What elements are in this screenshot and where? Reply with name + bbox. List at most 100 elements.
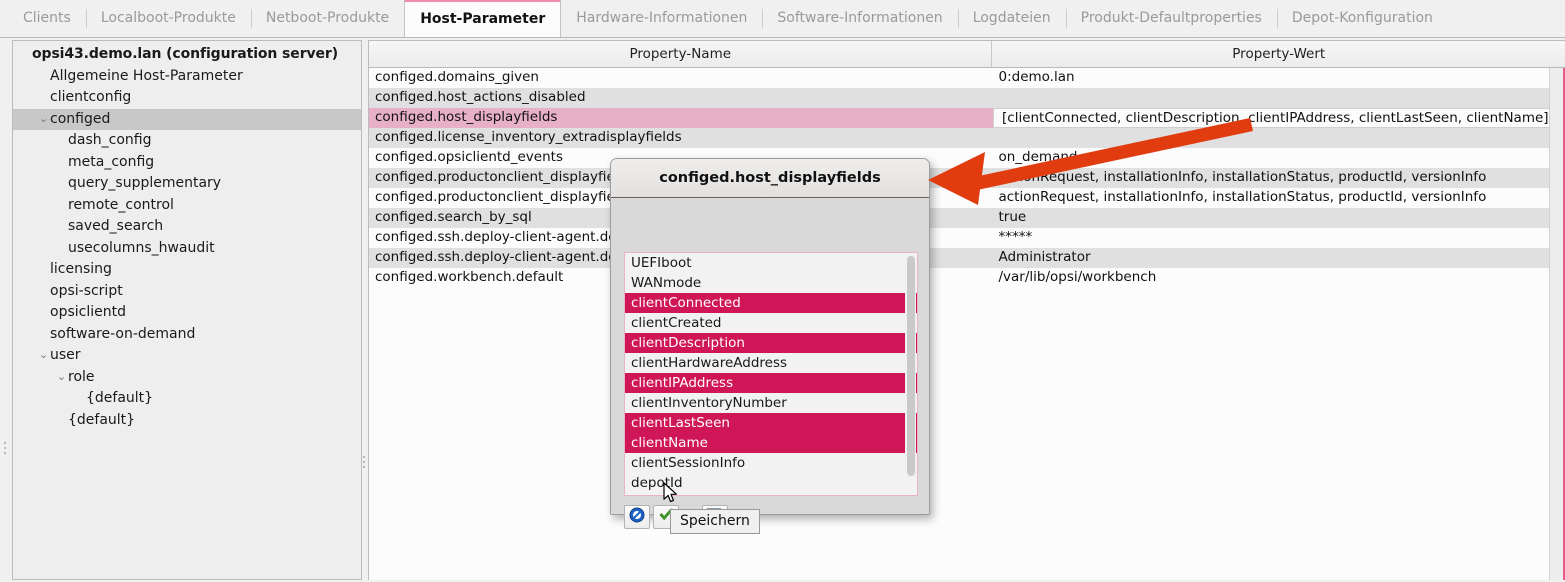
tree-item-label: configed (50, 110, 111, 127)
list-scrollbar-thumb[interactable] (907, 256, 915, 476)
tree-item-licensing[interactable]: ⌄licensing (13, 259, 361, 281)
tree-item-role[interactable]: ⌄ role (13, 367, 361, 389)
list-item[interactable]: WANmode (625, 273, 917, 293)
cell-property-value[interactable]: actionRequest, installationInfo, install… (992, 168, 1565, 188)
tree-item-usecolumns-hwaudit[interactable]: ⌄usecolumns_hwaudit (13, 238, 361, 260)
tree-item-opsi43-demo-lan-configuration-server[interactable]: ⌄opsi43.demo.lan (configuration server) (13, 44, 361, 66)
dialog-title: configed.host_displayfields (611, 159, 929, 198)
tree-item-saved-search[interactable]: ⌄saved_search (13, 216, 361, 238)
column-header-property-name[interactable]: Property-Name (369, 41, 993, 67)
cell-property-value[interactable]: true (992, 208, 1565, 228)
tree-item-default[interactable]: ⌄{default} (13, 410, 361, 432)
application-window: Clients Localboot-Produkte Netboot-Produkt… (0, 0, 1565, 582)
property-table-body: configed.domains_given 0:demo.lan configed… (369, 68, 1565, 288)
cell-property-name[interactable]: configed.license_inventory_extradisplayf… (369, 128, 992, 148)
table-row[interactable]: configed.productonclient_displayfields_l… (369, 188, 1565, 208)
tab-localboot-produkte[interactable]: Localboot-Produkte (85, 0, 251, 37)
list-item[interactable]: clientDescription (625, 333, 917, 353)
table-row[interactable]: configed.productonclient_displayfields_n… (369, 168, 1565, 188)
displayfields-list[interactable]: UEFIboot WANmode clientConnected clientCrea… (624, 252, 918, 496)
chevron-down-icon[interactable]: ⌄ (55, 366, 68, 388)
tree-item-allgemeine-host-parameter[interactable]: ⌄Allgemeine Host-Parameter (13, 66, 361, 88)
tab-depot-konfiguration[interactable]: Depot-Konfiguration (1276, 0, 1448, 37)
table-row[interactable]: configed.search_by_sql true (369, 208, 1565, 228)
tree-item-label: opsiclientd (50, 304, 126, 320)
cell-property-value[interactable]: 0:demo.lan (992, 68, 1565, 88)
left-splitter-grip[interactable] (4, 442, 8, 457)
list-item[interactable]: clientName (625, 433, 917, 453)
tree-item-configed[interactable]: ⌄ configed (13, 108, 361, 130)
cell-property-value[interactable]: Administrator (992, 248, 1565, 268)
table-row[interactable]: configed.opsiclientd_events on_demand (369, 148, 1565, 168)
cell-property-value[interactable] (992, 88, 1565, 108)
tree-item-meta-config[interactable]: ⌄meta_config (13, 152, 361, 174)
list-item[interactable]: clientHardwareAddress (625, 353, 917, 373)
table-row[interactable]: configed.host_actions_disabled (369, 88, 1565, 108)
left-splitter[interactable] (0, 38, 12, 582)
tree-item-label: dash_config (68, 132, 152, 148)
cancel-button[interactable] (624, 505, 650, 529)
property-table-panel[interactable]: Property-Name Property-Wert configed.dom… (368, 40, 1565, 580)
tab-software-informationen[interactable]: Software-Informationen (762, 0, 957, 37)
cell-property-value[interactable]: ***** (992, 228, 1565, 248)
tree-item-label: role (68, 368, 95, 385)
tree-item-opsiclientd[interactable]: ⌄opsiclientd (13, 302, 361, 324)
property-table-header: Property-Name Property-Wert (369, 41, 1565, 68)
save-tooltip: Speichern (670, 509, 760, 534)
table-row[interactable]: configed.workbench.default/var/lib/opsi/… (369, 268, 1565, 288)
cell-property-value[interactable]: /var/lib/opsi/workbench (992, 268, 1565, 288)
chevron-down-icon[interactable]: ⌄ (37, 108, 50, 130)
tab-hardware-informationen[interactable]: Hardware-Informationen (561, 0, 762, 37)
tree-item-label: Allgemeine Host-Parameter (50, 67, 243, 84)
tree-item-label: opsi43.demo.lan (configuration server) (32, 46, 339, 62)
tree-item-user[interactable]: ⌄ user (13, 345, 361, 367)
tab-host-parameter[interactable]: Host-Parameter (404, 0, 562, 37)
tree-item-label: query_supplementary (68, 175, 222, 191)
displayfields-list-items: UEFIboot WANmode clientConnected clientCrea… (625, 253, 917, 493)
table-row[interactable]: configed.domains_given 0:demo.lan (369, 68, 1565, 88)
cell-property-name[interactable]: configed.host_displayfields (369, 108, 993, 128)
tree-item-remote-control[interactable]: ⌄remote_control (13, 195, 361, 217)
cell-property-name[interactable]: configed.host_actions_disabled (369, 88, 992, 108)
table-vertical-scrollbar[interactable] (1549, 68, 1563, 580)
tree-item-label: licensing (50, 261, 112, 277)
table-row[interactable]: configed.host_displayfields [clientConnec… (369, 108, 1565, 128)
tab-netboot-produkte[interactable]: Netboot-Produkte (250, 0, 404, 37)
tree-item-label: {default} (86, 390, 154, 406)
tree-item-default[interactable]: ⌄{default} (13, 388, 361, 410)
chevron-down-icon[interactable]: ⌄ (37, 344, 50, 366)
table-row[interactable]: configed.license_inventory_extradisplayf… (369, 128, 1565, 148)
host-parameter-tree: ⌄opsi43.demo.lan (configuration server)⌄… (13, 41, 361, 431)
no-entry-icon (629, 507, 645, 527)
tree-item-clientconfig[interactable]: ⌄clientconfig (13, 87, 361, 109)
list-item[interactable]: clientCreated (625, 313, 917, 333)
center-splitter-grip[interactable] (363, 456, 367, 471)
list-item[interactable]: clientInventoryNumber (625, 393, 917, 413)
list-vertical-scrollbar[interactable] (905, 254, 916, 495)
cell-property-value[interactable]: actionRequest, installationInfo, install… (992, 188, 1565, 208)
list-item[interactable]: clientIPAddress (625, 373, 917, 393)
column-header-property-value[interactable]: Property-Wert (992, 41, 1565, 67)
cell-property-value[interactable]: [clientConnected, clientDescription, cli… (993, 108, 1564, 128)
list-item[interactable]: clientSessionInfo (625, 453, 917, 473)
tree-item-label: software-on-demand (50, 325, 196, 342)
table-row[interactable]: configed.ssh.deploy-client-agent.default… (369, 228, 1565, 248)
list-item[interactable]: clientConnected (625, 293, 917, 313)
tree-item-label: user (50, 347, 81, 363)
tab-logdateien[interactable]: Logdateien (957, 0, 1066, 37)
tree-item-label: {default} (68, 411, 136, 428)
tab-clients[interactable]: Clients (8, 0, 86, 37)
list-item[interactable]: UEFIboot (625, 253, 917, 273)
tab-produkt-defaultproperties[interactable]: Produkt-Defaultproperties (1065, 0, 1277, 37)
tree-item-dash-config[interactable]: ⌄dash_config (13, 130, 361, 152)
cell-property-name[interactable]: configed.domains_given (369, 68, 992, 88)
tree-item-opsi-script[interactable]: ⌄opsi-script (13, 281, 361, 303)
list-item[interactable]: clientLastSeen (625, 413, 917, 433)
table-row[interactable]: configed.ssh.deploy-client-agent.default… (369, 248, 1565, 268)
cell-property-value[interactable]: on_demand (992, 148, 1565, 168)
tree-item-software-on-demand[interactable]: ⌄software-on-demand (13, 324, 361, 346)
host-displayfields-dialog[interactable]: configed.host_displayfields UEFIboot WANm… (610, 158, 930, 529)
tree-item-query-supplementary[interactable]: ⌄query_supplementary (13, 173, 361, 195)
cell-property-value[interactable] (992, 128, 1565, 148)
host-parameter-tree-panel[interactable]: ⌄opsi43.demo.lan (configuration server)⌄… (12, 40, 362, 580)
